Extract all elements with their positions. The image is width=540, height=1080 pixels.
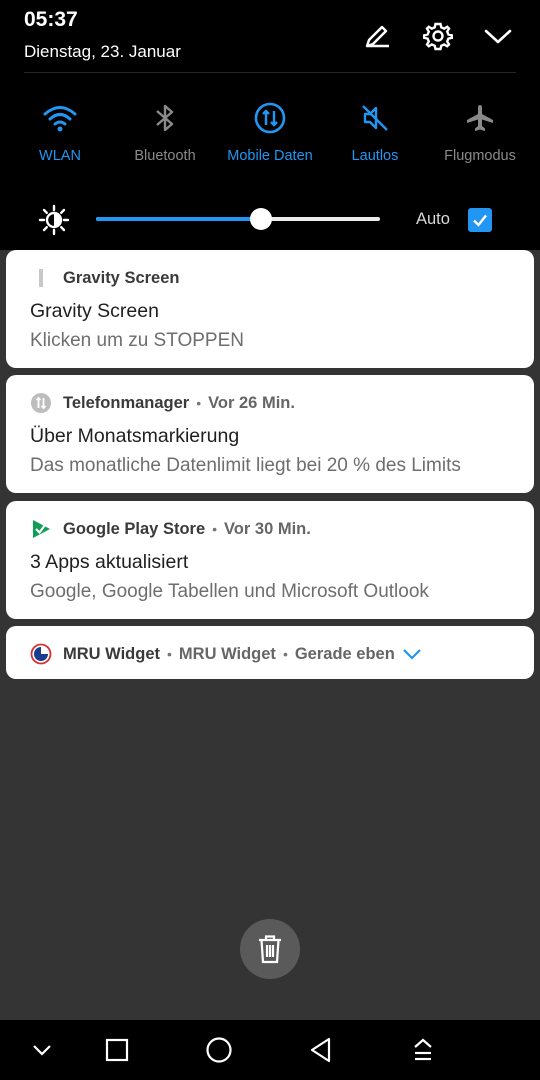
- separator-dot: •: [196, 395, 202, 411]
- notification-app-name: MRU Widget: [63, 644, 161, 663]
- tile-wlan-label: WLAN: [39, 148, 81, 164]
- tile-silent-label: Lautlos: [351, 148, 399, 164]
- tile-airplane[interactable]: Flugmodus: [425, 96, 535, 164]
- bluetooth-icon: [110, 96, 220, 140]
- gear-icon[interactable]: [420, 18, 456, 54]
- notification-text: Das monatliche Datenlimit liegt bei 20 %…: [30, 455, 461, 476]
- tile-mobile-data-label: Mobile Daten: [227, 148, 313, 164]
- tile-airplane-label: Flugmodus: [444, 148, 516, 164]
- header-divider: [24, 72, 516, 73]
- auto-brightness-label: Auto: [416, 210, 450, 228]
- mobile-data-icon: [215, 96, 325, 140]
- brightness-icon: [38, 204, 70, 241]
- notification-text: Klicken um zu STOPPEN: [30, 330, 245, 351]
- trash-icon: [256, 934, 284, 964]
- notification-header: Gravity Screen: [30, 267, 179, 289]
- chevron-down-icon[interactable]: [24, 1034, 60, 1066]
- notification-header: Telefonmanager • Vor 26 Min.: [30, 392, 295, 414]
- phone-manager-icon: [30, 392, 52, 414]
- auto-brightness-checkbox[interactable]: [468, 208, 492, 232]
- notification-mru-widget[interactable]: MRU Widget • MRU Widget • Gerade eben: [6, 626, 534, 679]
- tile-mobile-data[interactable]: Mobile Daten: [215, 96, 325, 164]
- brightness-row: Auto: [0, 200, 540, 240]
- notification-header: Google Play Store • Vor 30 Min.: [30, 518, 311, 540]
- notification-title: Über Monatsmarkierung: [30, 425, 240, 447]
- notification-title: Gravity Screen: [30, 300, 159, 322]
- back-icon[interactable]: [303, 1034, 339, 1066]
- notification-gravity-screen[interactable]: Gravity Screen Gravity Screen Klicken um…: [6, 250, 534, 368]
- separator-dot: •: [282, 646, 288, 662]
- tile-silent[interactable]: Lautlos: [320, 96, 430, 164]
- tile-wlan[interactable]: WLAN: [5, 96, 115, 164]
- tile-bluetooth-label: Bluetooth: [134, 148, 196, 164]
- gravity-screen-icon: [30, 267, 52, 289]
- edit-icon[interactable]: [359, 18, 395, 54]
- notification-subtext: MRU Widget: [178, 644, 276, 663]
- notification-title: 3 Apps aktualisiert: [30, 551, 189, 573]
- brightness-slider-thumb[interactable]: [249, 208, 272, 230]
- status-date[interactable]: Dienstag, 23. Januar: [24, 42, 181, 62]
- notification-app-name: Gravity Screen: [63, 268, 180, 287]
- notification-app-name: Telefonmanager: [63, 393, 190, 412]
- separator-dot: •: [167, 646, 172, 662]
- play-store-icon: [30, 518, 52, 540]
- separator-dot: •: [212, 521, 218, 537]
- notification-shade-header: 05:37 Dienstag, 23. Januar WLAN Bluetoot…: [0, 0, 540, 250]
- notification-app-name: Google Play Store: [63, 519, 206, 538]
- notification-pull-icon[interactable]: [405, 1034, 441, 1066]
- home-icon[interactable]: [201, 1034, 237, 1066]
- notification-telefonmanager[interactable]: Telefonmanager • Vor 26 Min. Über Monats…: [6, 375, 534, 493]
- notification-time: Vor 26 Min.: [208, 393, 295, 412]
- brightness-fill: [96, 217, 261, 221]
- notification-header: MRU Widget • MRU Widget • Gerade eben: [30, 643, 422, 665]
- wifi-icon: [5, 96, 115, 140]
- notification-text: Google, Google Tabellen und Microsoft Ou…: [30, 581, 429, 602]
- status-time: 05:37: [24, 8, 78, 31]
- navigation-bar: [0, 1020, 540, 1080]
- tile-bluetooth[interactable]: Bluetooth: [110, 96, 220, 164]
- notification-time: Vor 30 Min.: [224, 519, 311, 538]
- chevron-down-icon[interactable]: [480, 18, 516, 54]
- notification-time: Gerade eben: [294, 644, 395, 663]
- recent-apps-icon[interactable]: [99, 1034, 135, 1066]
- notification-play-store[interactable]: Google Play Store • Vor 30 Min. 3 Apps a…: [6, 501, 534, 619]
- mru-widget-icon: [30, 643, 52, 665]
- quick-settings-row: WLAN Bluetooth Mobile Daten Lautlos Flug…: [0, 96, 540, 176]
- mute-icon: [320, 96, 430, 140]
- expand-chevron-icon[interactable]: [402, 647, 422, 661]
- clear-all-button[interactable]: [240, 919, 300, 979]
- airplane-icon: [425, 96, 535, 140]
